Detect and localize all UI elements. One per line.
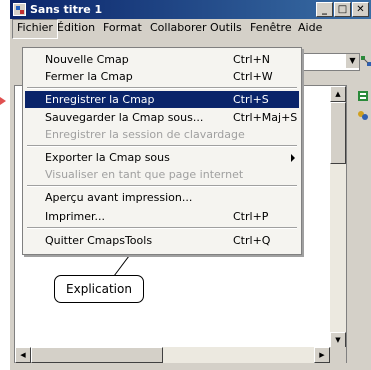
- horizontal-scroll-thumb[interactable]: [31, 347, 163, 363]
- users-tool-icon[interactable]: [357, 110, 369, 122]
- menu-item-nouvelle-cmap[interactable]: Nouvelle Cmap Ctrl+N: [25, 51, 299, 68]
- scroll-right-icon[interactable]: ▶: [314, 347, 330, 363]
- link-tool-icon[interactable]: [360, 55, 371, 67]
- submenu-arrow-icon: [291, 154, 295, 162]
- scroll-left-icon[interactable]: ◀: [15, 347, 31, 363]
- menu-item-fermer-cmap[interactable]: Fermer la Cmap Ctrl+W: [25, 68, 299, 85]
- scroll-up-icon[interactable]: ▲: [330, 86, 346, 102]
- horizontal-scrollbar[interactable]: ◀ ▶: [15, 347, 330, 363]
- menu-aide[interactable]: Aide: [294, 19, 326, 37]
- menu-item-imprimer[interactable]: Imprimer... Ctrl+P: [25, 208, 299, 225]
- title-bar[interactable]: Sans titre 1 _ □ ✕: [10, 0, 371, 19]
- vertical-scrollbar[interactable]: ▲ ▼: [330, 86, 346, 348]
- menu-fichier[interactable]: Fichier: [12, 19, 58, 39]
- menu-item-enregistrer-cmap[interactable]: Enregistrer la Cmap Ctrl+S: [25, 91, 299, 108]
- concept-node[interactable]: Explication: [54, 275, 144, 303]
- cmap-app-icon[interactable]: [13, 3, 26, 16]
- menu-separator: [27, 227, 297, 229]
- file-menu-dropdown: Nouvelle Cmap Ctrl+N Fermer la Cmap Ctrl…: [22, 47, 302, 255]
- toolbar-combo[interactable]: ▼: [300, 53, 360, 71]
- menu-fenetre[interactable]: Fenêtre: [246, 19, 296, 37]
- panel-tool-icon[interactable]: [357, 90, 369, 102]
- menu-item-visualiser-web: Visualiser en tant que page internet: [45, 168, 244, 181]
- scroll-down-icon[interactable]: ▼: [330, 332, 346, 348]
- window-controls: _ □ ✕: [315, 2, 369, 17]
- menu-outils[interactable]: Outils: [206, 19, 246, 37]
- menu-separator: [27, 87, 297, 89]
- maximize-button[interactable]: □: [334, 2, 351, 17]
- window-title: Sans titre 1: [30, 3, 103, 16]
- menu-collaborer[interactable]: Collaborer: [146, 19, 211, 37]
- menu-item-quitter[interactable]: Quitter CmapsTools Ctrl+Q: [25, 232, 299, 249]
- menu-item-exporter-sous[interactable]: Exporter la Cmap sous: [25, 149, 299, 166]
- vertical-scroll-thumb[interactable]: [330, 102, 346, 164]
- scroll-corner: [330, 347, 346, 363]
- menu-separator: [27, 145, 297, 147]
- minimize-button[interactable]: _: [316, 2, 333, 17]
- chevron-down-icon[interactable]: ▼: [345, 54, 359, 68]
- menu-format[interactable]: Format: [99, 19, 146, 37]
- menu-edition[interactable]: Édition: [53, 19, 99, 37]
- menu-separator: [27, 185, 297, 187]
- cmap-window: Sans titre 1 _ □ ✕ Fichier Édition Forma…: [10, 0, 371, 370]
- red-pointer-icon: [0, 97, 6, 105]
- menu-bar: Fichier Édition Format Collaborer Outils…: [10, 19, 371, 39]
- menu-item-apercu-impression[interactable]: Aperçu avant impression...: [25, 189, 299, 206]
- menu-item-sauvegarder-sous[interactable]: Sauvegarder la Cmap sous... Ctrl+Maj+S: [25, 109, 299, 126]
- close-button[interactable]: ✕: [352, 2, 369, 17]
- menu-item-enregistrer-session: Enregistrer la session de clavardage: [45, 128, 245, 141]
